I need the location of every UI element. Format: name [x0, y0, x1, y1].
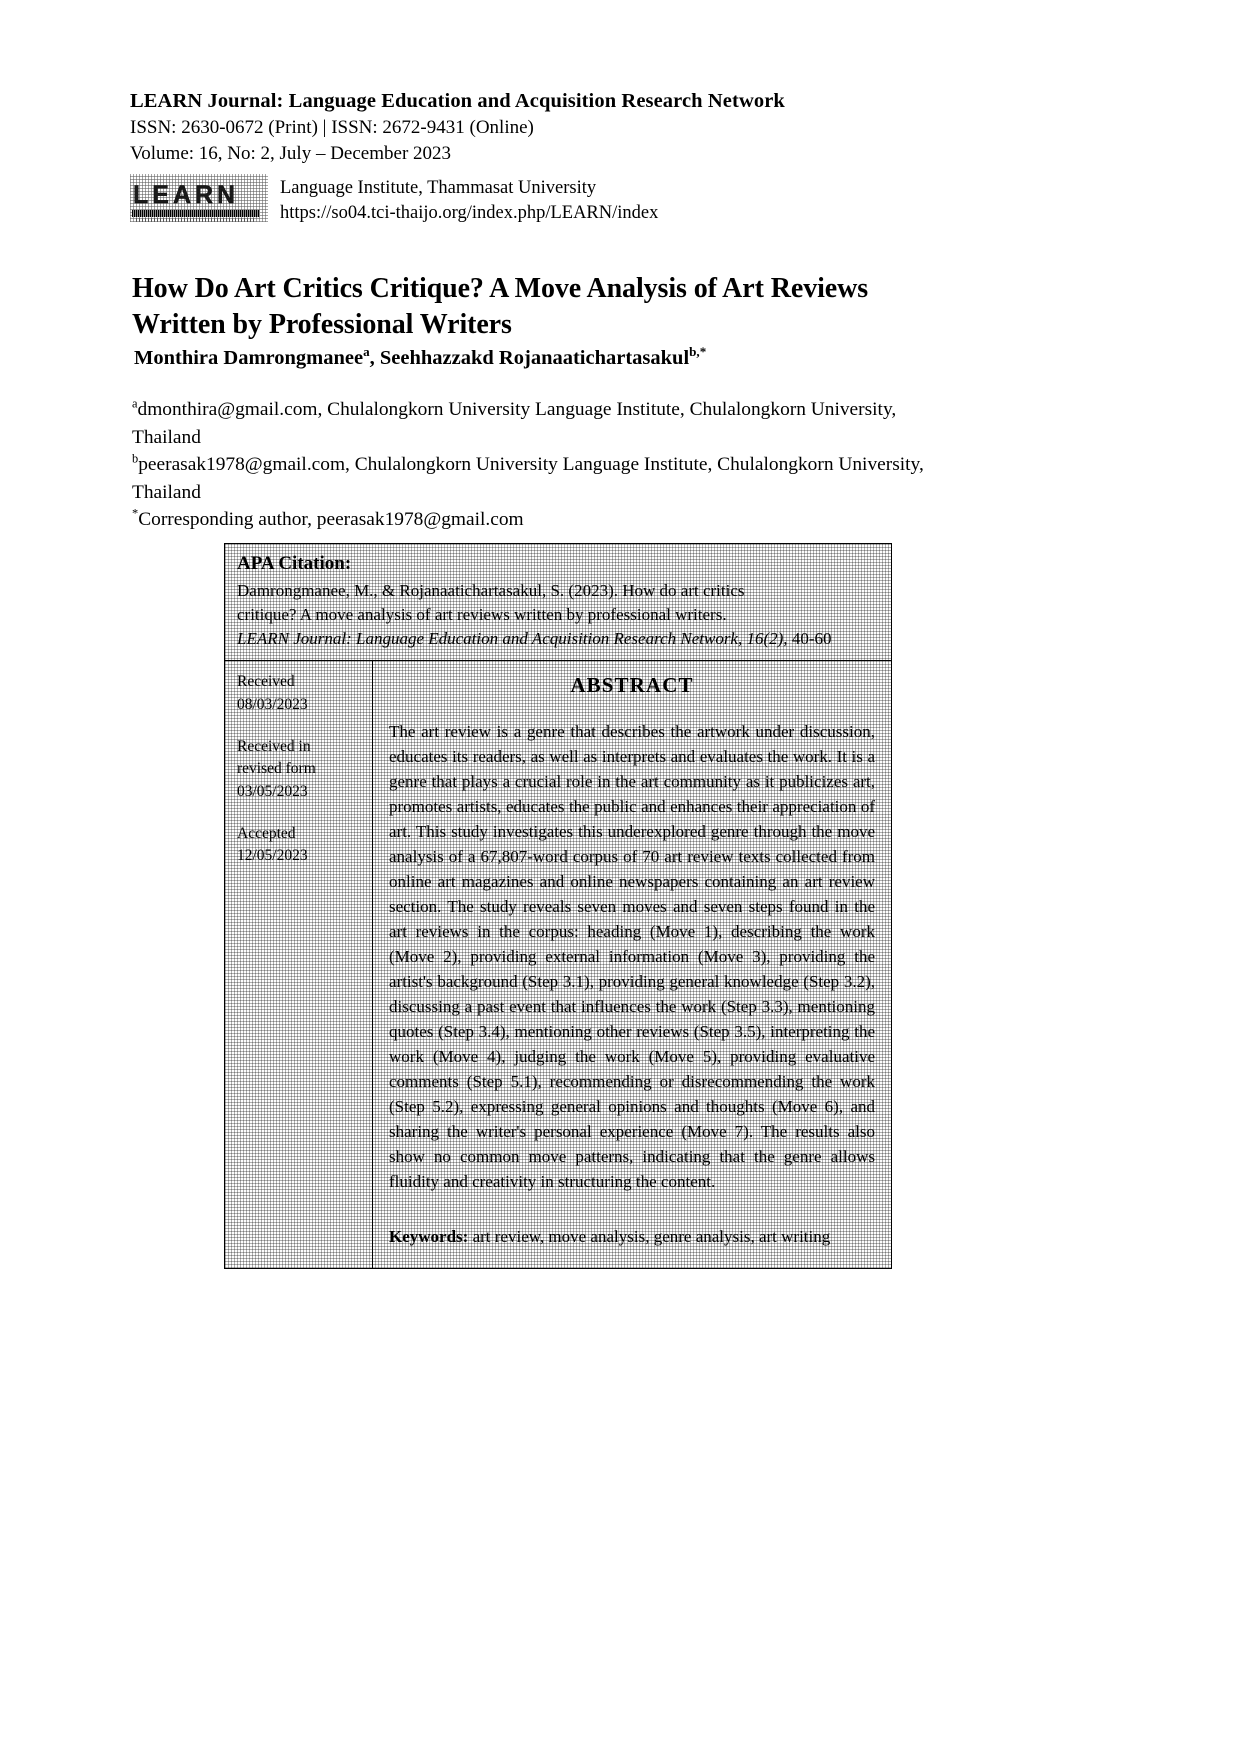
learn-logo-underbar — [132, 210, 260, 217]
volume-line: Volume: 16, No: 2, July – December 2023 — [130, 142, 452, 164]
issn-line: ISSN: 2630-0672 (Print) | ISSN: 2672-943… — [130, 117, 534, 139]
page-canvas: LEARN Journal: Language Education and Ac… — [0, 0, 1240, 1754]
affiliation-text: dmonthira@gmail.com, Chulalongkorn Unive… — [132, 399, 897, 448]
publisher-url[interactable]: https://so04.tci-thaijo.org/index.php/LE… — [280, 201, 658, 226]
learn-logo-subbar — [136, 218, 254, 222]
apa-citation-journal: LEARN Journal: Language Education and Ac… — [237, 629, 788, 649]
date-received-value: 08/03/2023 — [237, 695, 308, 713]
author-separator: , — [369, 347, 380, 369]
keywords-label: Keywords: — [389, 1227, 469, 1247]
apa-citation-label: APA Citation: — [237, 553, 352, 574]
learn-logo-icon: LEARN — [130, 174, 268, 222]
logo-row: LEARN Language Institute, Thammasat Univ… — [130, 174, 658, 226]
affiliation-item: *Corresponding author, peerasak1978@gmai… — [132, 506, 932, 534]
author-list: Monthira Damrongmaneea, Seehhazzakd Roja… — [134, 345, 964, 372]
author-marker-2: b,* — [689, 344, 707, 360]
publisher-info: Language Institute, Thammasat University… — [280, 174, 658, 226]
affiliation-text: Corresponding author, peerasak1978@gmail… — [138, 509, 524, 531]
keywords-line: Keywords: art review, move analysis, gen… — [389, 1225, 875, 1250]
affiliation-block: admonthira@gmail.com, Chulalongkorn Univ… — [132, 396, 932, 534]
date-revised-label-line1: Received in — [237, 737, 311, 755]
article-title: How Do Art Critics Critique? A Move Anal… — [132, 272, 869, 340]
abstract-body-row: Received 08/03/2023 Received in revised … — [225, 661, 891, 1269]
date-revised: Received in revised form 03/05/2023 — [237, 736, 364, 803]
abstract-cell: ABSTRACT The art review is a genre that … — [373, 661, 891, 1268]
publisher-institute: Language Institute, Thammasat University — [280, 178, 597, 198]
dates-cell: Received 08/03/2023 Received in revised … — [225, 661, 373, 1269]
date-accepted-value: 12/05/2023 — [237, 847, 308, 865]
abstract-heading: ABSTRACT — [570, 673, 694, 698]
affiliation-text: peerasak1978@gmail.com, Chulalongkorn Un… — [132, 454, 924, 503]
journal-masthead: LEARN Journal: Language Education and Ac… — [130, 88, 1030, 166]
apa-citation-line-3: LEARN Journal: Language Education and Ac… — [237, 627, 881, 651]
apa-citation-pages: 40-60 — [787, 629, 832, 649]
affiliation-item: bpeerasak1978@gmail.com, Chulalongkorn U… — [132, 451, 932, 506]
apa-citation-line-2: critique? A move analysis of art reviews… — [237, 605, 727, 625]
date-revised-label-line2: revised form — [237, 760, 316, 778]
date-received: Received 08/03/2023 — [237, 671, 364, 716]
keywords-value: art review, move analysis, genre analysi… — [468, 1227, 831, 1247]
abstract-table: APA Citation: Damrongmanee, M., & Rojana… — [224, 543, 892, 1270]
date-received-label: Received — [237, 673, 295, 691]
journal-title: LEARN Journal: Language Education and Ac… — [130, 90, 785, 112]
abstract-text: The art review is a genre that describes… — [389, 722, 875, 1192]
author-name-1: Monthira Damrongmanee — [134, 347, 364, 369]
author-name-2: Seehhazzakd Rojanaatichartasakul — [379, 347, 690, 369]
learn-logo-wordmark: LEARN — [133, 181, 240, 209]
apa-citation-cell: APA Citation: Damrongmanee, M., & Rojana… — [225, 544, 891, 662]
date-accepted-label: Accepted — [237, 824, 296, 842]
apa-citation-line-1: Damrongmanee, M., & Rojanaatichartasakul… — [237, 580, 745, 600]
date-revised-value: 03/05/2023 — [237, 782, 308, 800]
affiliation-item: admonthira@gmail.com, Chulalongkorn Univ… — [132, 396, 932, 451]
date-accepted: Accepted 12/05/2023 — [237, 823, 364, 868]
